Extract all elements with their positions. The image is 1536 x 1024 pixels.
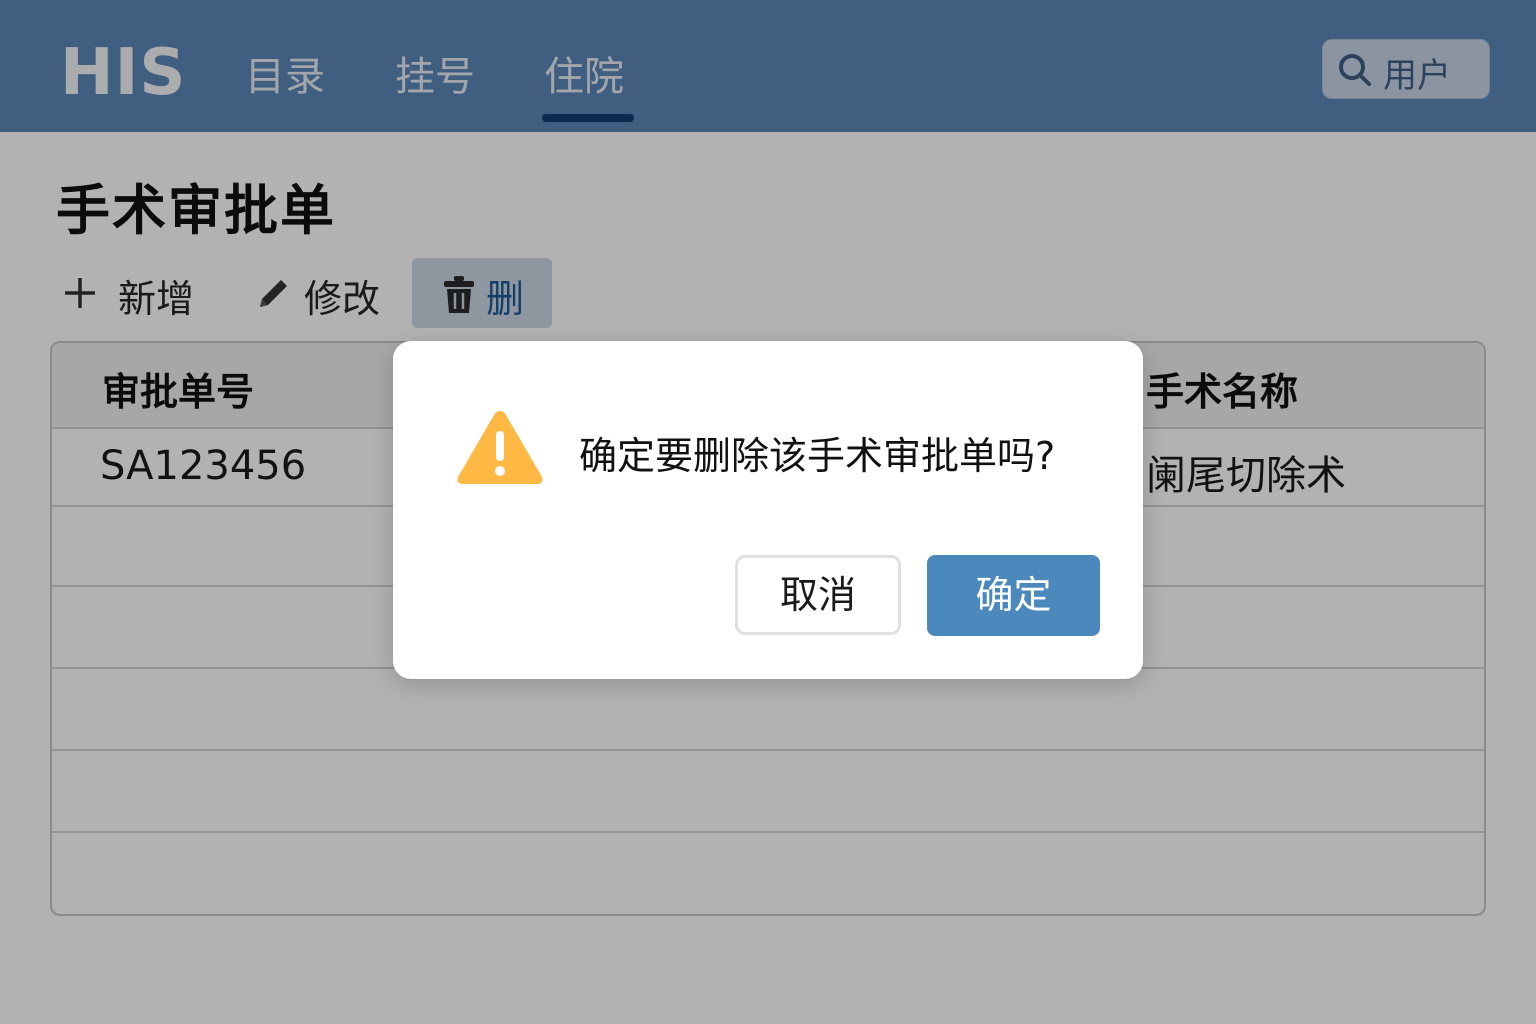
warning-icon	[457, 411, 543, 484]
cancel-button[interactable]: 取消	[735, 555, 901, 635]
confirm-button[interactable]: 确定	[927, 555, 1100, 636]
dialog-message: 确定要删除该手术审批单吗?	[579, 434, 1056, 478]
delete-confirm-dialog: 确定要删除该手术审批单吗? 取消 确定	[393, 341, 1143, 679]
